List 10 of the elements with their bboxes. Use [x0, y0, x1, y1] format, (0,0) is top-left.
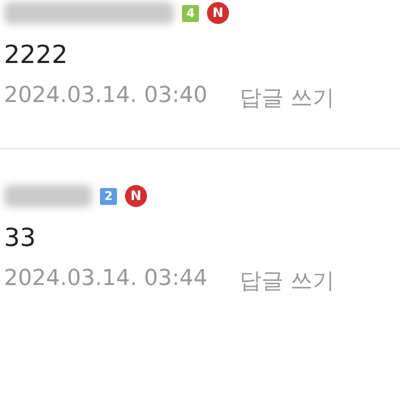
reply-link[interactable]: 답글 쓰기	[239, 83, 334, 113]
level-badge: 4	[182, 4, 199, 22]
reply-link[interactable]: 답글 쓰기	[239, 266, 334, 296]
new-badge: N	[207, 2, 229, 24]
new-badge: N	[125, 185, 147, 207]
comment-text: 2222	[4, 40, 69, 69]
comment-text: 33	[4, 223, 37, 252]
comment-date: 2024.03.14. 03:44	[4, 266, 208, 293]
level-badge: 2	[100, 188, 117, 204]
comment-date: 2024.03.14. 03:40	[4, 83, 208, 110]
